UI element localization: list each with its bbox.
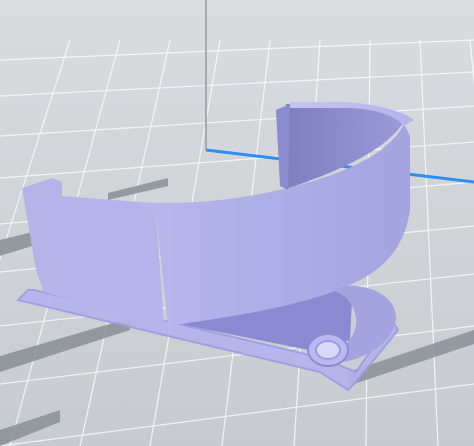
scene-canvas[interactable] xyxy=(0,0,474,446)
model-inner-side-wall xyxy=(276,104,290,190)
slicer-3d-viewport[interactable] xyxy=(0,0,474,446)
hinge-end-hole xyxy=(315,340,341,360)
